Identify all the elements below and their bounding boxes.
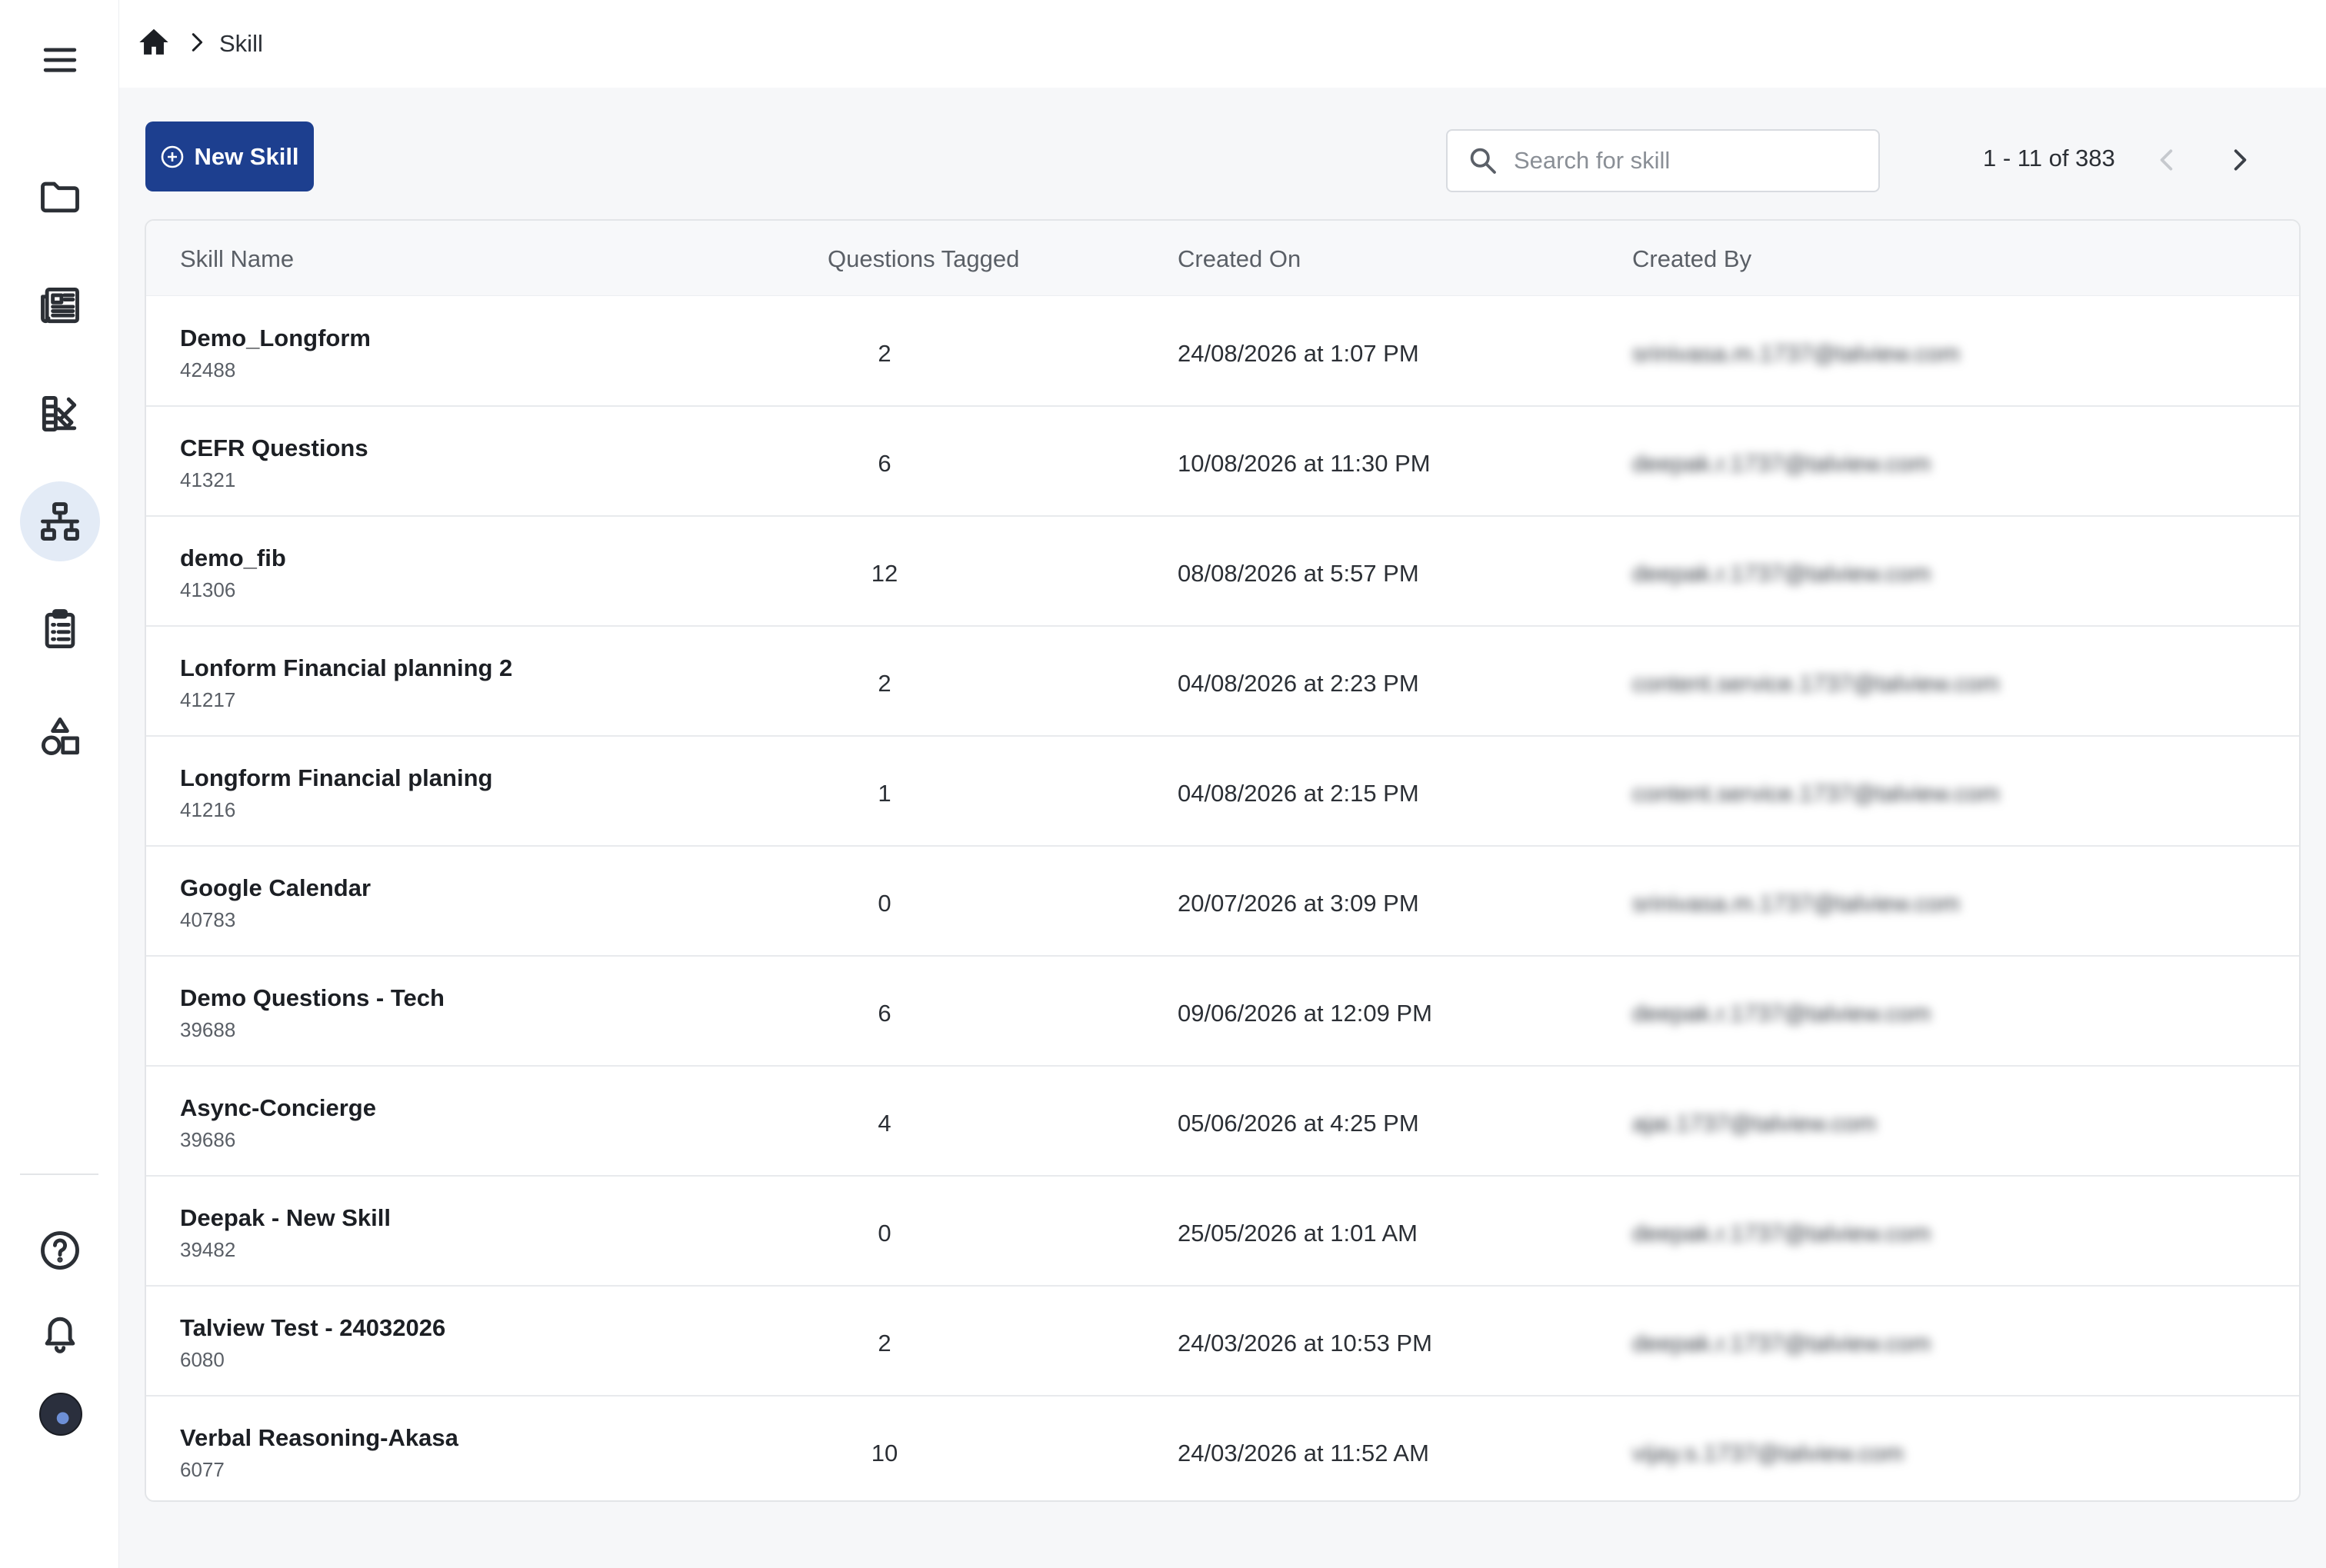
- folder-icon[interactable]: [20, 156, 100, 236]
- created-on: 25/05/2026 at 1:01 AM: [1178, 1220, 1418, 1247]
- created-on: 24/08/2026 at 1:07 PM: [1178, 340, 1419, 367]
- header-skill-name[interactable]: Skill Name: [180, 245, 294, 273]
- newspaper-icon[interactable]: [20, 265, 100, 345]
- chevron-left-icon: [2160, 149, 2173, 171]
- help-icon[interactable]: [20, 1210, 100, 1290]
- search-icon: [1470, 148, 1496, 174]
- skill-name[interactable]: Google Calendar: [180, 874, 371, 902]
- questions-tagged: 2: [878, 670, 891, 697]
- table-row[interactable]: Demo_Longform 42488 2 24/08/2026 at 1:07 PM…: [146, 297, 2299, 407]
- table-row[interactable]: Longform Financial planing 41216 1 04/08/20…: [146, 737, 2299, 847]
- created-by: deepak.r.1737@talview.com: [1632, 1330, 1931, 1357]
- plus-circle-icon: [162, 145, 184, 168]
- previous-page-button[interactable]: [2145, 138, 2188, 181]
- sidebar: [0, 0, 119, 1568]
- created-by: deepak.r.1737@talview.com: [1632, 560, 1931, 587]
- skill-name[interactable]: demo_fib: [180, 544, 286, 572]
- skill-name[interactable]: Deepak - New Skill: [180, 1204, 391, 1232]
- questions-tagged: 6: [878, 1000, 891, 1027]
- new-skill-label: New Skill: [194, 142, 299, 170]
- skill-id: 39482: [180, 1238, 236, 1261]
- pagination-label: 1 - 11 of 383: [1983, 145, 2115, 171]
- questions-tagged: 1: [878, 780, 891, 807]
- table-row[interactable]: Google Calendar 40783 0 20/07/2026 at 3:09 …: [146, 847, 2299, 957]
- created-on: 24/03/2026 at 10:53 PM: [1178, 1330, 1432, 1357]
- clipboard-list-icon[interactable]: [20, 589, 100, 669]
- skill-name[interactable]: Async-Concierge: [180, 1094, 376, 1122]
- created-on: 24/03/2026 at 11:52 AM: [1178, 1440, 1429, 1466]
- search-box: [1446, 129, 1880, 192]
- questions-tagged: 4: [878, 1110, 891, 1137]
- created-by: srinivasa.m.1737@talview.com: [1632, 340, 1961, 367]
- breadcrumb: Skill: [119, 0, 2326, 88]
- skill-name[interactable]: Talview Test - 24032026: [180, 1314, 445, 1342]
- created-on: 09/06/2026 at 12:09 PM: [1178, 1000, 1432, 1027]
- header-created-on[interactable]: Created On: [1178, 245, 1301, 273]
- skills-table: Skill Name Questions Tagged Created On C…: [145, 219, 2301, 1502]
- search-input[interactable]: [1514, 147, 1852, 175]
- chevron-right-icon: [2234, 149, 2247, 171]
- created-on: 20/07/2026 at 3:09 PM: [1178, 890, 1419, 917]
- questions-tagged: 0: [878, 890, 891, 917]
- questions-tagged: 6: [878, 450, 891, 477]
- questions-tagged: 2: [878, 1330, 891, 1357]
- created-by: deepak.r.1737@talview.com: [1632, 1220, 1931, 1247]
- skill-name[interactable]: Lonform Financial planning 2: [180, 654, 512, 682]
- questions-tagged: 2: [878, 340, 891, 367]
- created-by: deepak.r.1737@talview.com: [1632, 450, 1931, 477]
- table-row[interactable]: Demo Questions - Tech 39688 6 09/06/2026 at…: [146, 957, 2299, 1067]
- questions-tagged: 0: [878, 1220, 891, 1247]
- table-row[interactable]: Verbal Reasoning-Akasa 6077 10 24/03/2026 a…: [146, 1397, 2299, 1500]
- next-page-button[interactable]: [2218, 138, 2261, 181]
- skill-name[interactable]: Verbal Reasoning-Akasa: [180, 1424, 458, 1452]
- breadcrumb-current: Skill: [219, 30, 263, 57]
- created-on: 10/08/2026 at 11:30 PM: [1178, 450, 1431, 477]
- home-icon[interactable]: [136, 25, 172, 64]
- chevron-right-icon: [185, 31, 208, 58]
- table-header: Skill Name Questions Tagged Created On C…: [146, 221, 2299, 296]
- skill-id: 42488: [180, 358, 236, 381]
- created-by: ajai.1737@talview.com: [1632, 1110, 1877, 1137]
- skill-id: 41306: [180, 578, 236, 601]
- questions-tagged: 12: [871, 560, 898, 587]
- created-on: 05/06/2026 at 4:25 PM: [1178, 1110, 1419, 1137]
- created-by: content.service.1737@talview.com: [1632, 670, 2000, 697]
- skill-name[interactable]: Demo_Longform: [180, 325, 371, 352]
- table-row[interactable]: demo_fib 41306 12 08/08/2026 at 5:57 PM deep…: [146, 517, 2299, 627]
- skill-id: 41217: [180, 688, 236, 711]
- created-on: 04/08/2026 at 2:23 PM: [1178, 670, 1419, 697]
- created-by: srinivasa.m.1737@talview.com: [1632, 890, 1961, 917]
- skill-id: 6077: [180, 1458, 225, 1481]
- bell-icon[interactable]: [20, 1292, 100, 1372]
- hierarchy-icon[interactable]: [20, 481, 100, 561]
- skill-id: 41321: [180, 468, 236, 491]
- skill-id: 41216: [180, 798, 236, 821]
- new-skill-button[interactable]: New Skill: [145, 122, 314, 191]
- table-row[interactable]: Talview Test - 24032026 6080 2 24/03/2026 a…: [146, 1287, 2299, 1397]
- table-row[interactable]: CEFR Questions 41321 6 10/08/2026 at 11:30 …: [146, 407, 2299, 517]
- header-created-by[interactable]: Created By: [1632, 245, 1751, 273]
- skill-id: 39686: [180, 1128, 236, 1151]
- questions-tagged: 10: [871, 1440, 898, 1466]
- skill-name[interactable]: Longform Financial planing: [180, 764, 492, 792]
- created-on: 08/08/2026 at 5:57 PM: [1178, 560, 1419, 587]
- skill-name[interactable]: CEFR Questions: [180, 434, 368, 462]
- skill-name[interactable]: Demo Questions - Tech: [180, 984, 445, 1012]
- created-by: vijay.s.1737@talview.com: [1632, 1440, 1904, 1466]
- table-row[interactable]: Lonform Financial planning 2 41217 2 04/08/…: [146, 627, 2299, 737]
- shapes-icon[interactable]: [20, 697, 100, 777]
- created-by: content.service.1737@talview.com: [1632, 780, 2000, 807]
- header-questions-tagged[interactable]: Questions Tagged: [828, 245, 1019, 273]
- menu-icon[interactable]: [20, 20, 100, 100]
- design-icon[interactable]: [20, 374, 100, 454]
- created-by: deepak.r.1737@talview.com: [1632, 1000, 1931, 1027]
- skill-id: 6080: [180, 1348, 225, 1371]
- table-row[interactable]: Deepak - New Skill 39482 0 25/05/2026 at 1:…: [146, 1177, 2299, 1287]
- avatar[interactable]: [39, 1393, 82, 1436]
- table-row[interactable]: Async-Concierge 39686 4 05/06/2026 at 4:25 …: [146, 1067, 2299, 1177]
- sidebar-divider: [20, 1174, 98, 1175]
- skill-id: 40783: [180, 908, 236, 931]
- created-on: 04/08/2026 at 2:15 PM: [1178, 780, 1419, 807]
- skill-id: 39688: [180, 1018, 236, 1041]
